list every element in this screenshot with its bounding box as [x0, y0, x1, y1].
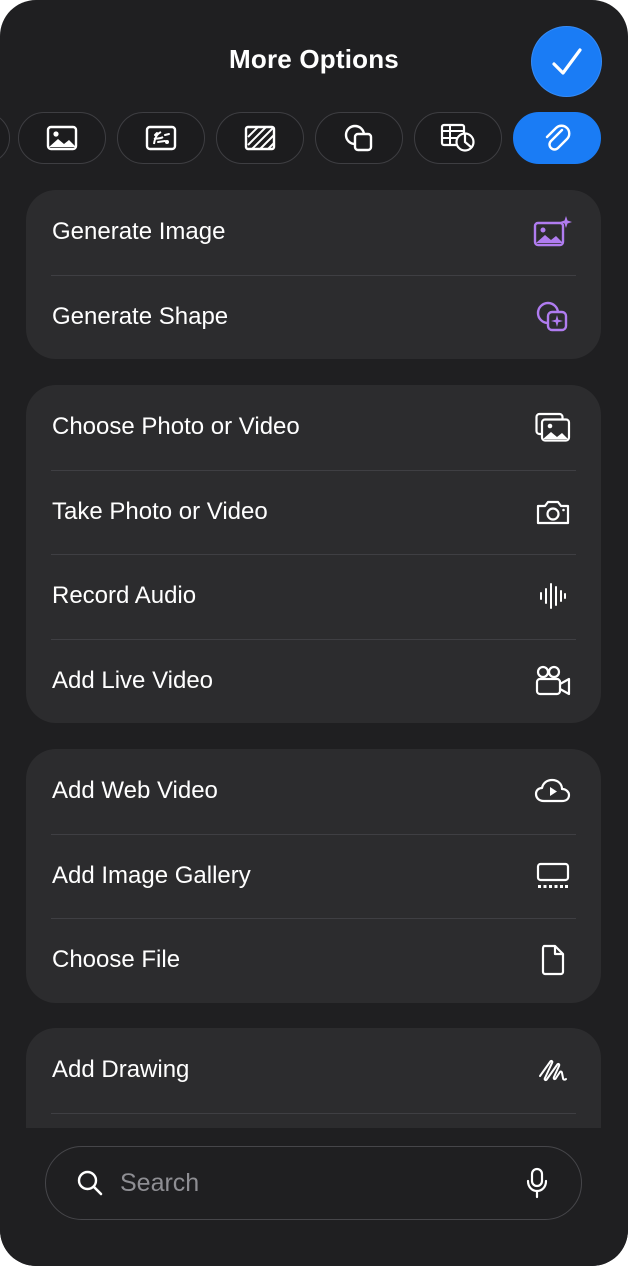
generate-image-option[interactable]: Generate Image — [26, 190, 601, 275]
photo-library-icon — [533, 407, 573, 447]
shapes-icon — [344, 124, 373, 152]
media-group: Choose Photo or Video Take Photo or Vide… — [26, 385, 601, 723]
image-icon — [46, 125, 78, 151]
tab-pattern[interactable] — [216, 112, 304, 164]
camera-icon — [533, 492, 573, 532]
waveform-icon — [533, 576, 573, 616]
table-chart-icon — [440, 123, 475, 152]
checkmark-icon — [551, 47, 582, 75]
option-label: Take Photo or Video — [52, 497, 268, 525]
pattern-icon — [244, 125, 276, 151]
record-audio-option[interactable]: Record Audio — [26, 554, 601, 639]
option-label: Add Drawing — [52, 1056, 190, 1084]
option-label: Add Web Video — [52, 777, 218, 805]
tab-image[interactable] — [18, 112, 106, 164]
done-button[interactable] — [531, 26, 602, 97]
more-options-sheet: More Options Generate Image Generate Sha… — [0, 0, 628, 1266]
tab-attachment[interactable] — [513, 112, 601, 164]
video-camera-icon — [533, 661, 573, 701]
search-field[interactable]: Search — [45, 1146, 582, 1220]
generate-image-icon — [533, 212, 573, 252]
tab-shapes[interactable] — [315, 112, 403, 164]
add-web-video-option[interactable]: Add Web Video — [26, 749, 601, 834]
search-icon — [77, 1170, 103, 1196]
cloud-play-icon — [533, 771, 573, 811]
tab-media[interactable] — [117, 112, 205, 164]
category-tabs — [0, 112, 628, 166]
add-image-gallery-option[interactable]: Add Image Gallery — [26, 833, 601, 919]
generate-shape-icon — [533, 297, 573, 337]
option-label: Generate Image — [52, 218, 226, 246]
scribble-icon — [533, 1050, 573, 1090]
option-label: Record Audio — [52, 582, 197, 610]
paperclip-icon — [545, 124, 571, 151]
tab-previous[interactable] — [0, 112, 10, 164]
add-live-video-option[interactable]: Add Live Video — [26, 638, 601, 724]
option-label: Generate Shape — [52, 302, 229, 330]
add-drawing-option[interactable]: Add Drawing — [26, 1028, 601, 1113]
media-icon — [145, 125, 177, 151]
take-photo-video-option[interactable]: Take Photo or Video — [26, 469, 601, 555]
search-placeholder: Search — [120, 1169, 200, 1197]
tab-table-chart[interactable] — [414, 112, 502, 164]
option-label: Choose File — [52, 946, 181, 974]
option-label: Add Live Video — [52, 666, 214, 694]
gallery-icon — [533, 856, 573, 896]
generate-shape-option[interactable]: Generate Shape — [26, 274, 601, 360]
microphone-icon[interactable] — [525, 1167, 549, 1199]
document-icon — [533, 940, 573, 980]
web-files-group: Add Web Video Add Image Gallery Choose F… — [26, 749, 601, 1003]
generate-group: Generate Image Generate Shape — [26, 190, 601, 359]
option-label: Add Image Gallery — [52, 861, 251, 889]
choose-photo-video-option[interactable]: Choose Photo or Video — [26, 385, 601, 470]
option-label: Choose Photo or Video — [52, 413, 300, 441]
choose-file-option[interactable]: Choose File — [26, 918, 601, 1003]
